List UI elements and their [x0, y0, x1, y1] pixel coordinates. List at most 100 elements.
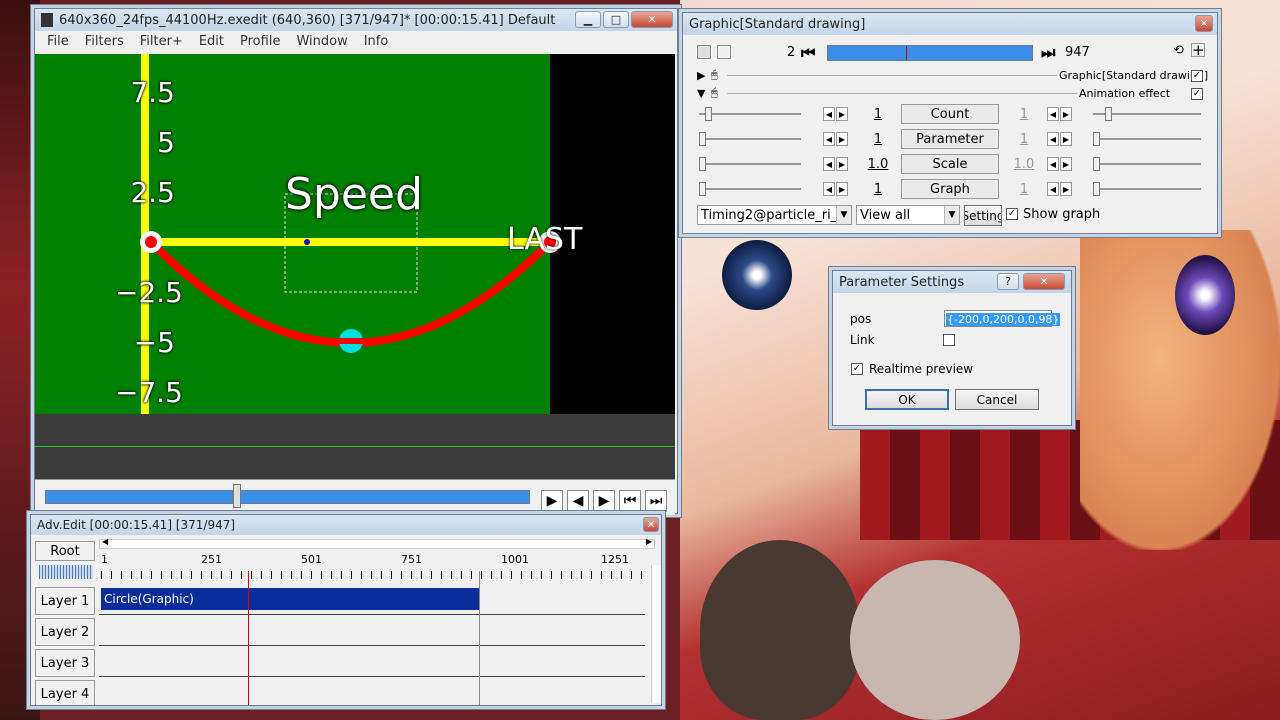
menu-filters[interactable]: Filters — [77, 34, 132, 49]
film-icon[interactable] — [697, 45, 711, 59]
decrement-icon[interactable]: ◀ — [1047, 107, 1059, 121]
link-checkbox[interactable] — [943, 334, 955, 346]
seek-bar-left[interactable] — [45, 490, 233, 504]
menu-filter-plus[interactable]: Filter+ — [132, 34, 191, 49]
param-value-right[interactable]: 1 — [1009, 107, 1039, 122]
close-icon[interactable]: ✕ — [643, 517, 659, 532]
close-icon[interactable]: ✕ — [1023, 273, 1065, 290]
param-value-left[interactable]: 1.0 — [863, 157, 893, 172]
check-icon[interactable]: ✓ — [1191, 70, 1203, 82]
decrement-icon[interactable]: ◀ — [823, 132, 835, 146]
param-name-button[interactable]: Graph — [901, 179, 999, 199]
slider-knob[interactable] — [1093, 157, 1100, 171]
menu-profile[interactable]: Profile — [232, 34, 288, 49]
layer-header-4[interactable]: Layer 4 — [35, 680, 95, 705]
increment-icon[interactable]: ▶ — [836, 132, 848, 146]
cancel-button[interactable]: Cancel — [955, 389, 1039, 410]
help-icon[interactable]: ? — [997, 273, 1019, 290]
seek-thumb[interactable] — [233, 484, 241, 508]
decrement-icon[interactable]: ◀ — [823, 107, 835, 121]
collapse-icon[interactable]: ▼ — [697, 87, 705, 100]
increment-icon[interactable]: ▶ — [836, 157, 848, 171]
last-frame-icon[interactable]: ⏭ — [645, 490, 667, 512]
menu-file[interactable]: File — [39, 34, 77, 49]
playhead[interactable] — [248, 571, 249, 705]
frame-range-bar[interactable] — [827, 45, 1033, 61]
camera-icon[interactable] — [717, 45, 731, 59]
check-icon[interactable]: ✓ — [851, 363, 863, 375]
menu-window[interactable]: Window — [288, 34, 355, 49]
wallpaper-bunny-light — [850, 560, 1020, 720]
decrement-icon[interactable]: ◀ — [1047, 157, 1059, 171]
video-preview[interactable]: 7.5 5 2.5 −2.5 −5 −7.5 Speed LAST — [35, 54, 675, 414]
decrement-icon[interactable]: ◀ — [823, 182, 835, 196]
param-value-left[interactable]: 1 — [863, 182, 893, 197]
increment-icon[interactable]: ▶ — [1060, 107, 1072, 121]
layer-track-4[interactable] — [99, 678, 645, 705]
check-icon[interactable]: ✓ — [1191, 88, 1203, 100]
script-select[interactable]: Timing2@particle_ri_ver ▼ — [697, 205, 852, 225]
pos-input[interactable]: {-200,0,200,0,0,98} — [944, 310, 1061, 327]
slider-knob[interactable] — [1105, 107, 1112, 121]
vertical-scrollbar[interactable] — [651, 565, 661, 703]
slider-knob[interactable] — [699, 157, 706, 171]
layer-header-2[interactable]: Layer 2 — [35, 618, 95, 646]
layer-track-3[interactable] — [99, 647, 645, 677]
increment-icon[interactable]: ▶ — [1060, 157, 1072, 171]
expand-icon[interactable]: ▶ — [697, 69, 705, 82]
check-icon[interactable]: ✓ — [1006, 208, 1018, 220]
increment-icon[interactable]: ▶ — [836, 107, 848, 121]
layer-track-2[interactable] — [99, 616, 645, 646]
decrement-icon[interactable]: ◀ — [1047, 132, 1059, 146]
ok-button[interactable]: OK — [865, 389, 949, 410]
close-icon[interactable]: ✕ — [1195, 15, 1213, 32]
slider-knob[interactable] — [1093, 182, 1100, 196]
root-button[interactable]: Root — [35, 541, 95, 561]
param-value-left[interactable]: 1 — [863, 107, 893, 122]
first-frame-icon[interactable]: ⏮ — [619, 490, 641, 512]
loop-icon[interactable]: ⟲ — [1173, 43, 1184, 58]
add-icon[interactable]: + — [1191, 43, 1205, 58]
increment-icon[interactable]: ▶ — [1060, 132, 1072, 146]
param-name-button[interactable]: Count — [901, 104, 999, 124]
seek-bar-right[interactable] — [240, 490, 530, 504]
decrement-icon[interactable]: ◀ — [823, 157, 835, 171]
prev-frame-icon[interactable]: ⏮ — [801, 43, 815, 63]
slider-knob[interactable] — [699, 132, 706, 146]
menu-edit[interactable]: Edit — [191, 34, 232, 49]
decrement-icon[interactable]: ◀ — [1047, 182, 1059, 196]
slider-knob[interactable] — [705, 107, 712, 121]
menu-info[interactable]: Info — [356, 34, 397, 49]
param-value-right[interactable]: 1.0 — [1009, 157, 1039, 172]
layer-header-1[interactable]: Layer 1 — [35, 587, 95, 615]
view-select[interactable]: View all ▼ — [856, 205, 960, 225]
next-frame-icon[interactable]: ⏭ — [1041, 43, 1055, 63]
next-frame-icon[interactable]: ▶ — [593, 490, 615, 512]
zoom-slider[interactable] — [39, 565, 93, 579]
layer-header-3[interactable]: Layer 3 — [35, 649, 95, 677]
param-value-right[interactable]: 1 — [1009, 132, 1039, 147]
minimize-icon[interactable]: ▁ — [575, 11, 601, 28]
setting-button[interactable]: Setting — [964, 205, 1002, 226]
close-icon[interactable]: ✕ — [631, 11, 673, 28]
param-value-left[interactable]: 1 — [863, 132, 893, 147]
prev-frame-icon[interactable]: ◀ — [567, 490, 589, 512]
timeline-titlebar[interactable]: Adv.Edit [00:00:15.41] [371/947] ✕ — [31, 515, 661, 535]
param-value-right[interactable]: 1 — [1009, 182, 1039, 197]
param-dialog-titlebar[interactable]: Parameter Settings ? ✕ — [833, 271, 1071, 293]
mouse-icon: 🖱 — [711, 86, 718, 99]
increment-icon[interactable]: ▶ — [1060, 182, 1072, 196]
ruler-label: 1 — [101, 553, 108, 566]
increment-icon[interactable]: ▶ — [836, 182, 848, 196]
layer-track-1[interactable]: Circle(Graphic) — [99, 585, 645, 615]
slider-knob[interactable] — [1093, 132, 1100, 146]
main-titlebar[interactable]: 640x360_24fps_44100Hz.exedit (640,360) [… — [35, 9, 677, 31]
slider-knob[interactable] — [699, 182, 706, 196]
param-name-button[interactable]: Parameter — [901, 129, 999, 149]
graphic-titlebar[interactable]: Graphic[Standard drawing] ✕ — [683, 13, 1217, 35]
param-name-button[interactable]: Scale — [901, 154, 999, 174]
maximize-icon[interactable]: □ — [603, 11, 629, 28]
clip-circle-graphic[interactable]: Circle(Graphic) — [101, 588, 479, 610]
play-icon[interactable]: ▶ — [541, 490, 563, 512]
horizontal-scrollbar[interactable]: ◀ ▶ — [99, 537, 655, 549]
